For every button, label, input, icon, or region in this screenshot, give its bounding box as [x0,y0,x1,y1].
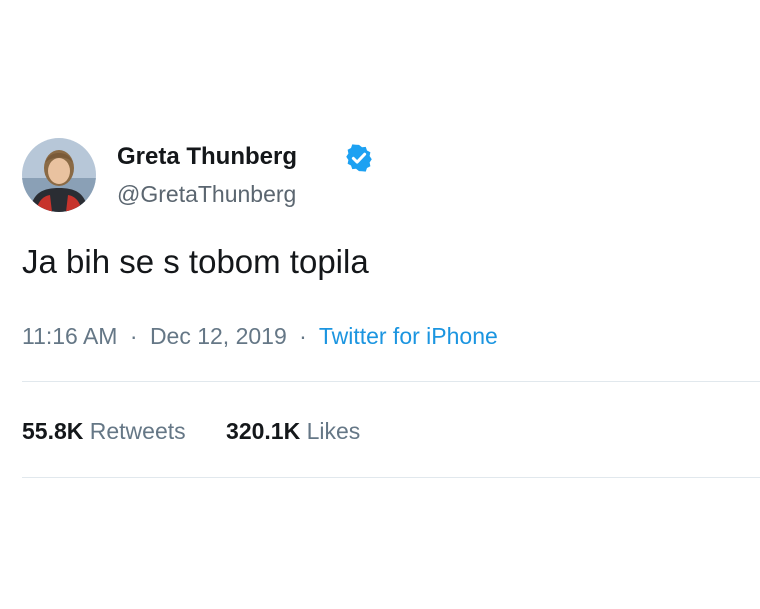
divider [22,477,760,478]
tweet-stats: 55.8K Retweets 320.1K Likes [22,415,394,447]
tweet-date[interactable]: Dec 12, 2019 [150,323,287,349]
retweets-stat[interactable]: 55.8K Retweets [22,418,192,444]
verified-badge-icon [346,144,372,172]
tweet-time[interactable]: 11:16 AM [22,323,117,349]
tweet-meta: 11:16 AM · Dec 12, 2019 · Twitter for iP… [22,320,498,352]
likes-count: 320.1K [226,418,301,444]
author-display-name[interactable]: Greta Thunberg [117,141,297,173]
meta-separator: · [129,323,138,349]
likes-stat[interactable]: 320.1K Likes [226,418,360,444]
tweet-text: Ja bih se s tobom topila [22,243,369,280]
divider [22,381,760,382]
meta-separator: · [299,323,307,349]
likes-label: Likes [306,418,361,444]
retweets-label: Retweets [89,418,186,444]
avatar[interactable] [22,138,96,212]
author-handle[interactable]: @GretaThunberg [117,178,296,210]
retweets-count: 55.8K [22,418,84,444]
tweet-source-link[interactable]: Twitter for iPhone [319,323,498,349]
